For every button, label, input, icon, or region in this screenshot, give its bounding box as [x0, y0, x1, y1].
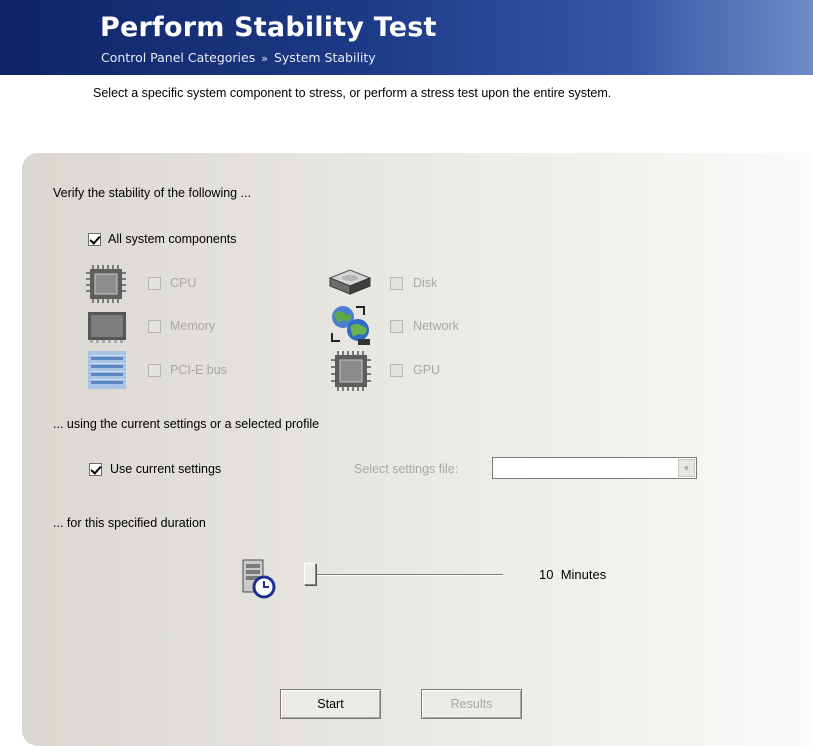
results-button[interactable]: Results [421, 689, 522, 719]
duration-slider-track[interactable] [312, 574, 503, 576]
duration-unit: Minutes [560, 567, 607, 582]
memory-icon [86, 309, 128, 348]
pcie-bus-icon [87, 350, 127, 393]
gpu-label: GPU [413, 363, 441, 377]
memory-label: Memory [170, 319, 216, 333]
network-label: Network [413, 319, 459, 333]
breadcrumb-item-control-panel-categories[interactable]: Control Panel Categories [101, 50, 255, 65]
timer-icon [240, 558, 278, 603]
disk-icon [326, 268, 374, 299]
network-icon [328, 303, 374, 350]
pcie-bus-checkbox[interactable] [148, 364, 161, 377]
settings-heading: ... using the current settings or a sele… [53, 417, 320, 431]
use-current-settings-label[interactable]: Use current settings [110, 462, 221, 476]
pcie-bus-label: PCI-E bus [170, 363, 227, 377]
gpu-icon [330, 350, 372, 395]
disk-checkbox[interactable] [390, 277, 403, 290]
page-title: Perform Stability Test [100, 12, 437, 43]
breadcrumb-separator: » [261, 52, 268, 65]
memory-checkbox[interactable] [148, 320, 161, 333]
cpu-checkbox[interactable] [148, 277, 161, 290]
duration-slider-thumb[interactable] [304, 563, 316, 585]
cpu-icon [86, 263, 126, 308]
duration-value: 10 Minutes [539, 567, 606, 582]
use-current-settings-checkbox[interactable] [89, 463, 102, 476]
duration-number: 10 [539, 567, 554, 582]
settings-file-label: Select settings file: [354, 462, 459, 476]
all-components-checkbox[interactable] [88, 233, 101, 246]
breadcrumb-item-system-stability: System Stability [273, 50, 376, 65]
page-description: Select a specific system component to st… [93, 86, 612, 100]
header-banner: Perform Stability Test Control Panel Cat… [0, 0, 813, 75]
cpu-label: CPU [170, 276, 197, 290]
disk-label: Disk [413, 276, 438, 290]
duration-heading: ... for this specified duration [53, 516, 206, 530]
chevron-down-icon[interactable]: ▼ [678, 459, 695, 477]
network-checkbox[interactable] [390, 320, 403, 333]
settings-file-dropdown[interactable]: ▼ [492, 457, 697, 479]
components-heading: Verify the stability of the following ..… [53, 186, 252, 200]
start-button[interactable]: Start [280, 689, 381, 719]
all-components-label[interactable]: All system components [108, 232, 237, 246]
gpu-checkbox[interactable] [390, 364, 403, 377]
breadcrumb: Control Panel Categories » System Stabilit… [101, 50, 376, 65]
